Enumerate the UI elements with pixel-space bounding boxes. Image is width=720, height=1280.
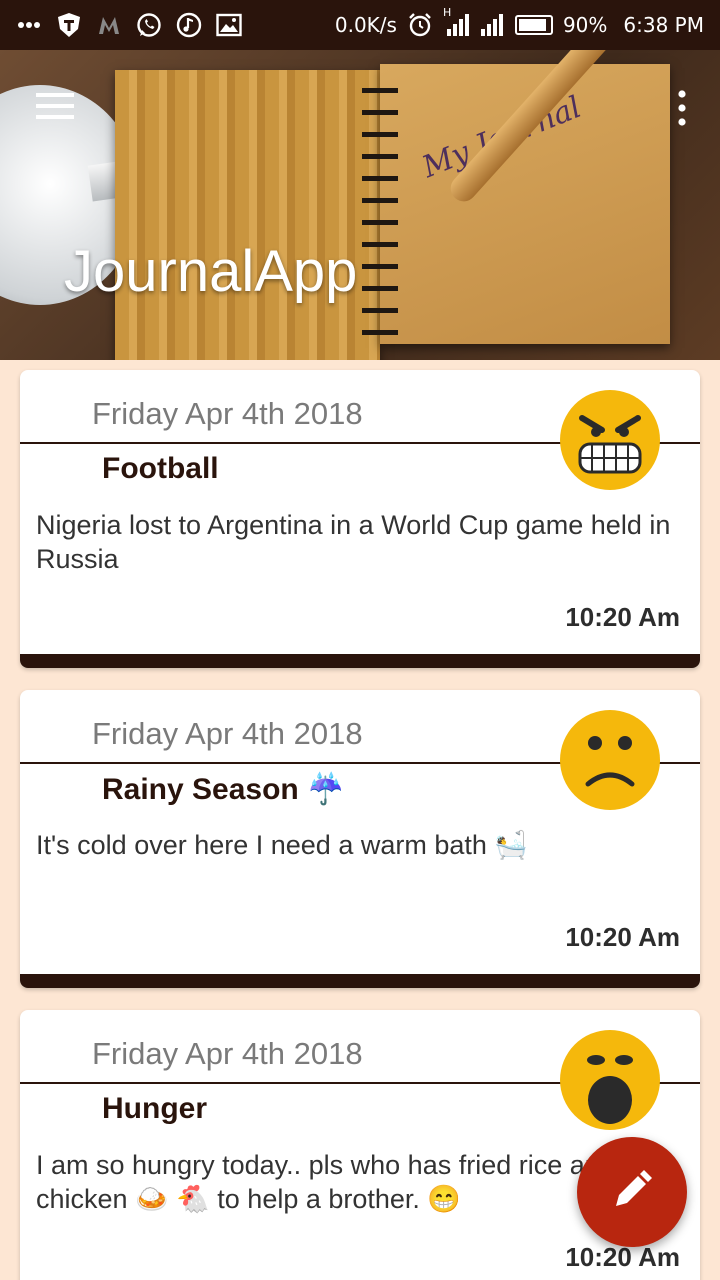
entry-title: Hunger: [102, 1092, 207, 1125]
journal-entry-card[interactable]: Friday Apr 4th 2018 Rainy Season ☔ It's …: [20, 690, 700, 988]
new-entry-fab[interactable]: [577, 1137, 687, 1247]
app-title: JournalApp: [64, 239, 358, 304]
status-bar: 0.0K/s H 90% 6:38 PM: [0, 0, 720, 50]
network-speed: 0.0K/s: [334, 13, 397, 37]
angry-face-icon: [560, 390, 660, 490]
alarm-clock-icon: [407, 12, 433, 38]
whatsapp-icon: [136, 12, 162, 38]
entry-body: It's cold over here I need a warm bath 🛀: [36, 830, 529, 860]
cell-signal-icon: [479, 12, 505, 38]
journal-entry-card[interactable]: Friday Apr 4th 2018 Hunger I am so hungr…: [20, 1010, 700, 1280]
entry-time: 10:20 Am: [565, 1242, 680, 1272]
entry-date: Friday Apr 4th 2018: [92, 716, 363, 751]
more-dots-icon: [16, 12, 42, 38]
mobile-signal-h-icon: H: [443, 6, 469, 38]
notebook-cover-illustration: [115, 70, 380, 360]
entry-footer-bar: [20, 974, 700, 988]
entry-body: Nigeria lost to Argentina in a World Cup…: [36, 510, 671, 574]
app-header: My Journal JournalApp: [0, 50, 720, 360]
clock-time: 6:38 PM: [623, 13, 704, 37]
gallery-icon: [216, 12, 242, 38]
notebook-spiral-illustration: [362, 80, 398, 350]
status-system-info: 0.0K/s H 90% 6:38 PM: [334, 6, 704, 38]
surprised-face-icon: [560, 1030, 660, 1130]
mi-icon: [96, 12, 122, 38]
entry-date: Friday Apr 4th 2018: [92, 1036, 363, 1071]
battery-percentage: 90%: [562, 13, 608, 37]
vpn-shield-icon: [56, 12, 82, 38]
entry-title: Football: [102, 452, 219, 485]
overflow-menu-icon[interactable]: [670, 86, 694, 130]
edit-pencil-icon: [610, 1168, 654, 1217]
sad-face-icon: [560, 710, 660, 810]
entry-date: Friday Apr 4th 2018: [92, 396, 363, 431]
music-icon: [176, 12, 202, 38]
battery-level-fill: [518, 19, 546, 31]
hamburger-menu-icon[interactable]: [30, 86, 80, 126]
entry-footer-bar: [20, 654, 700, 668]
signal-type-label: H: [442, 6, 452, 19]
journal-entry-card[interactable]: Friday Apr 4th 2018 Football Nigeria los…: [20, 370, 700, 668]
entry-time: 10:20 Am: [565, 922, 680, 952]
battery-icon: [514, 15, 553, 35]
status-notification-icons: [16, 12, 242, 38]
entry-title: Rainy Season ☔: [102, 773, 345, 806]
entry-time: 10:20 Am: [565, 602, 680, 632]
